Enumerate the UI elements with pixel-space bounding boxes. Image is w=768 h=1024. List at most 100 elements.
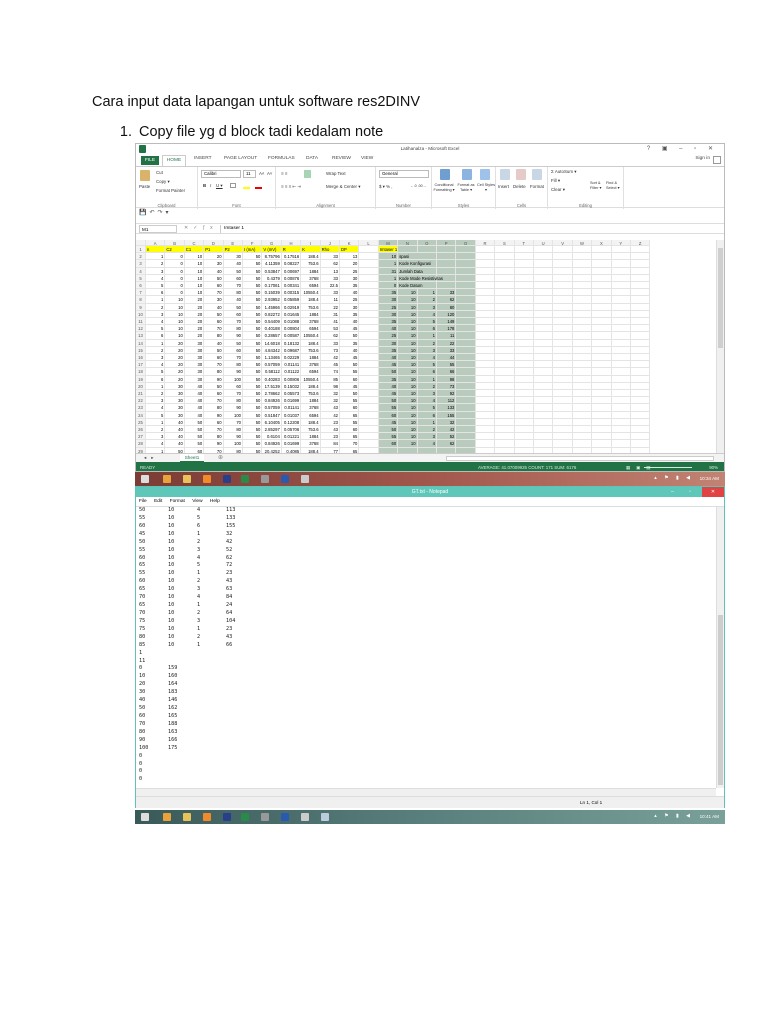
cell[interactable]: 0.08227 — [281, 260, 302, 268]
cell[interactable]: 10 — [165, 318, 185, 326]
formula-buttons[interactable]: ✕✓ƒx — [184, 225, 218, 231]
cell[interactable]: 50 — [243, 354, 263, 362]
cell[interactable]: 60 — [204, 282, 224, 290]
cell[interactable]: 178 — [437, 325, 457, 333]
cell[interactable] — [592, 260, 612, 268]
tab-home[interactable]: HOME — [162, 155, 186, 166]
cell[interactable]: 30 — [223, 253, 243, 261]
cell[interactable] — [359, 303, 379, 311]
cell[interactable] — [359, 426, 379, 434]
cell[interactable] — [456, 375, 476, 383]
cell[interactable]: 188.4 — [301, 382, 321, 390]
cell[interactable] — [631, 404, 651, 412]
cell[interactable] — [611, 318, 631, 326]
cell[interactable] — [553, 426, 573, 434]
cell[interactable]: Imtaser 1 — [378, 246, 399, 254]
cell[interactable]: Rho — [320, 246, 340, 254]
cell[interactable] — [495, 274, 515, 282]
cell[interactable]: 90 — [223, 368, 243, 376]
cell[interactable]: 90 — [223, 404, 243, 412]
cell[interactable] — [631, 411, 651, 419]
cell[interactable]: 30 — [184, 368, 205, 376]
taskbar-app-icon[interactable] — [163, 475, 171, 483]
cell[interactable] — [534, 375, 554, 383]
cell[interactable] — [475, 310, 496, 318]
cell[interactable] — [456, 368, 476, 376]
cell[interactable] — [495, 361, 515, 369]
cell[interactable]: 30 — [378, 296, 399, 304]
quick-access-toolbar[interactable]: 💾↶↷▾ — [139, 209, 172, 216]
merge-center-button[interactable]: Merge & Center ▾ — [326, 184, 360, 190]
cell[interactable]: 0.00697 — [281, 267, 302, 275]
cell[interactable]: 20 — [184, 325, 205, 333]
cell[interactable] — [631, 332, 651, 340]
cell[interactable]: 42 — [320, 411, 340, 419]
cell[interactable] — [437, 253, 457, 261]
cell[interactable]: 31 — [378, 267, 399, 275]
cell[interactable]: 3 — [146, 433, 166, 441]
cell[interactable]: 1 — [146, 418, 166, 426]
cell[interactable]: 4 — [417, 440, 437, 448]
cell[interactable] — [534, 289, 554, 297]
row-header[interactable]: 2 — [136, 253, 146, 261]
cell[interactable]: 1884 — [301, 310, 321, 318]
cell[interactable] — [572, 375, 593, 383]
cell[interactable] — [553, 354, 573, 362]
cell[interactable]: 4 — [417, 397, 437, 405]
cell[interactable]: 2.85297 — [262, 426, 282, 434]
cell[interactable] — [456, 332, 476, 340]
cell[interactable] — [592, 411, 612, 419]
cell[interactable]: 11 — [437, 332, 457, 340]
cell[interactable] — [572, 274, 593, 282]
cell[interactable] — [572, 325, 593, 333]
cell[interactable] — [592, 310, 612, 318]
cell[interactable]: 45 — [340, 325, 360, 333]
cell[interactable]: 50 — [204, 346, 224, 354]
cell[interactable] — [553, 289, 573, 297]
cell[interactable]: 20 — [165, 354, 185, 362]
system-tray[interactable]: ▴ ⚑ ▮ ◀ — [654, 475, 693, 481]
cell[interactable]: 1 — [378, 274, 399, 282]
cell[interactable]: 1 — [417, 375, 437, 383]
cell[interactable]: 1884 — [301, 397, 321, 405]
cell[interactable]: 50 — [243, 339, 263, 347]
row-header[interactable]: 7 — [136, 289, 146, 297]
cut-button[interactable]: Cut — [156, 170, 163, 175]
taskbar-app-icon[interactable] — [261, 475, 269, 483]
cell[interactable] — [359, 267, 379, 275]
cell[interactable]: 3768 — [301, 440, 321, 448]
cell[interactable] — [534, 361, 554, 369]
cell[interactable]: 65 — [340, 433, 360, 441]
cell[interactable] — [456, 289, 476, 297]
cell[interactable]: 40 — [378, 382, 399, 390]
cell[interactable] — [611, 354, 631, 362]
cell[interactable]: 10 — [398, 433, 418, 441]
cell[interactable] — [553, 440, 573, 448]
cell[interactable] — [611, 282, 631, 290]
cell[interactable] — [572, 426, 593, 434]
cell[interactable] — [611, 440, 631, 448]
cell[interactable]: 30 — [204, 296, 224, 304]
explorer-icon[interactable] — [183, 813, 191, 821]
cell[interactable] — [456, 318, 476, 326]
cell[interactable] — [495, 282, 515, 290]
cell[interactable] — [495, 411, 515, 419]
cell[interactable]: 4 — [146, 440, 166, 448]
cell[interactable]: 10 — [398, 332, 418, 340]
cell[interactable]: 30 — [184, 361, 205, 369]
cell[interactable]: 0.01699 — [281, 440, 302, 448]
cell[interactable]: 20 — [165, 361, 185, 369]
cell[interactable]: 35 — [340, 282, 360, 290]
cell[interactable]: R — [281, 246, 302, 254]
cell[interactable] — [611, 390, 631, 398]
cell[interactable] — [611, 267, 631, 275]
cell[interactable]: 50 — [184, 426, 205, 434]
cell[interactable]: 1.13465 — [262, 354, 282, 362]
tab-data[interactable]: DATA — [306, 156, 318, 161]
cell[interactable] — [514, 318, 534, 326]
cell[interactable] — [456, 260, 476, 268]
cell[interactable] — [514, 397, 534, 405]
cell[interactable]: 3 — [417, 433, 437, 441]
cell[interactable]: 35 — [340, 310, 360, 318]
cell[interactable]: 42 — [320, 354, 340, 362]
